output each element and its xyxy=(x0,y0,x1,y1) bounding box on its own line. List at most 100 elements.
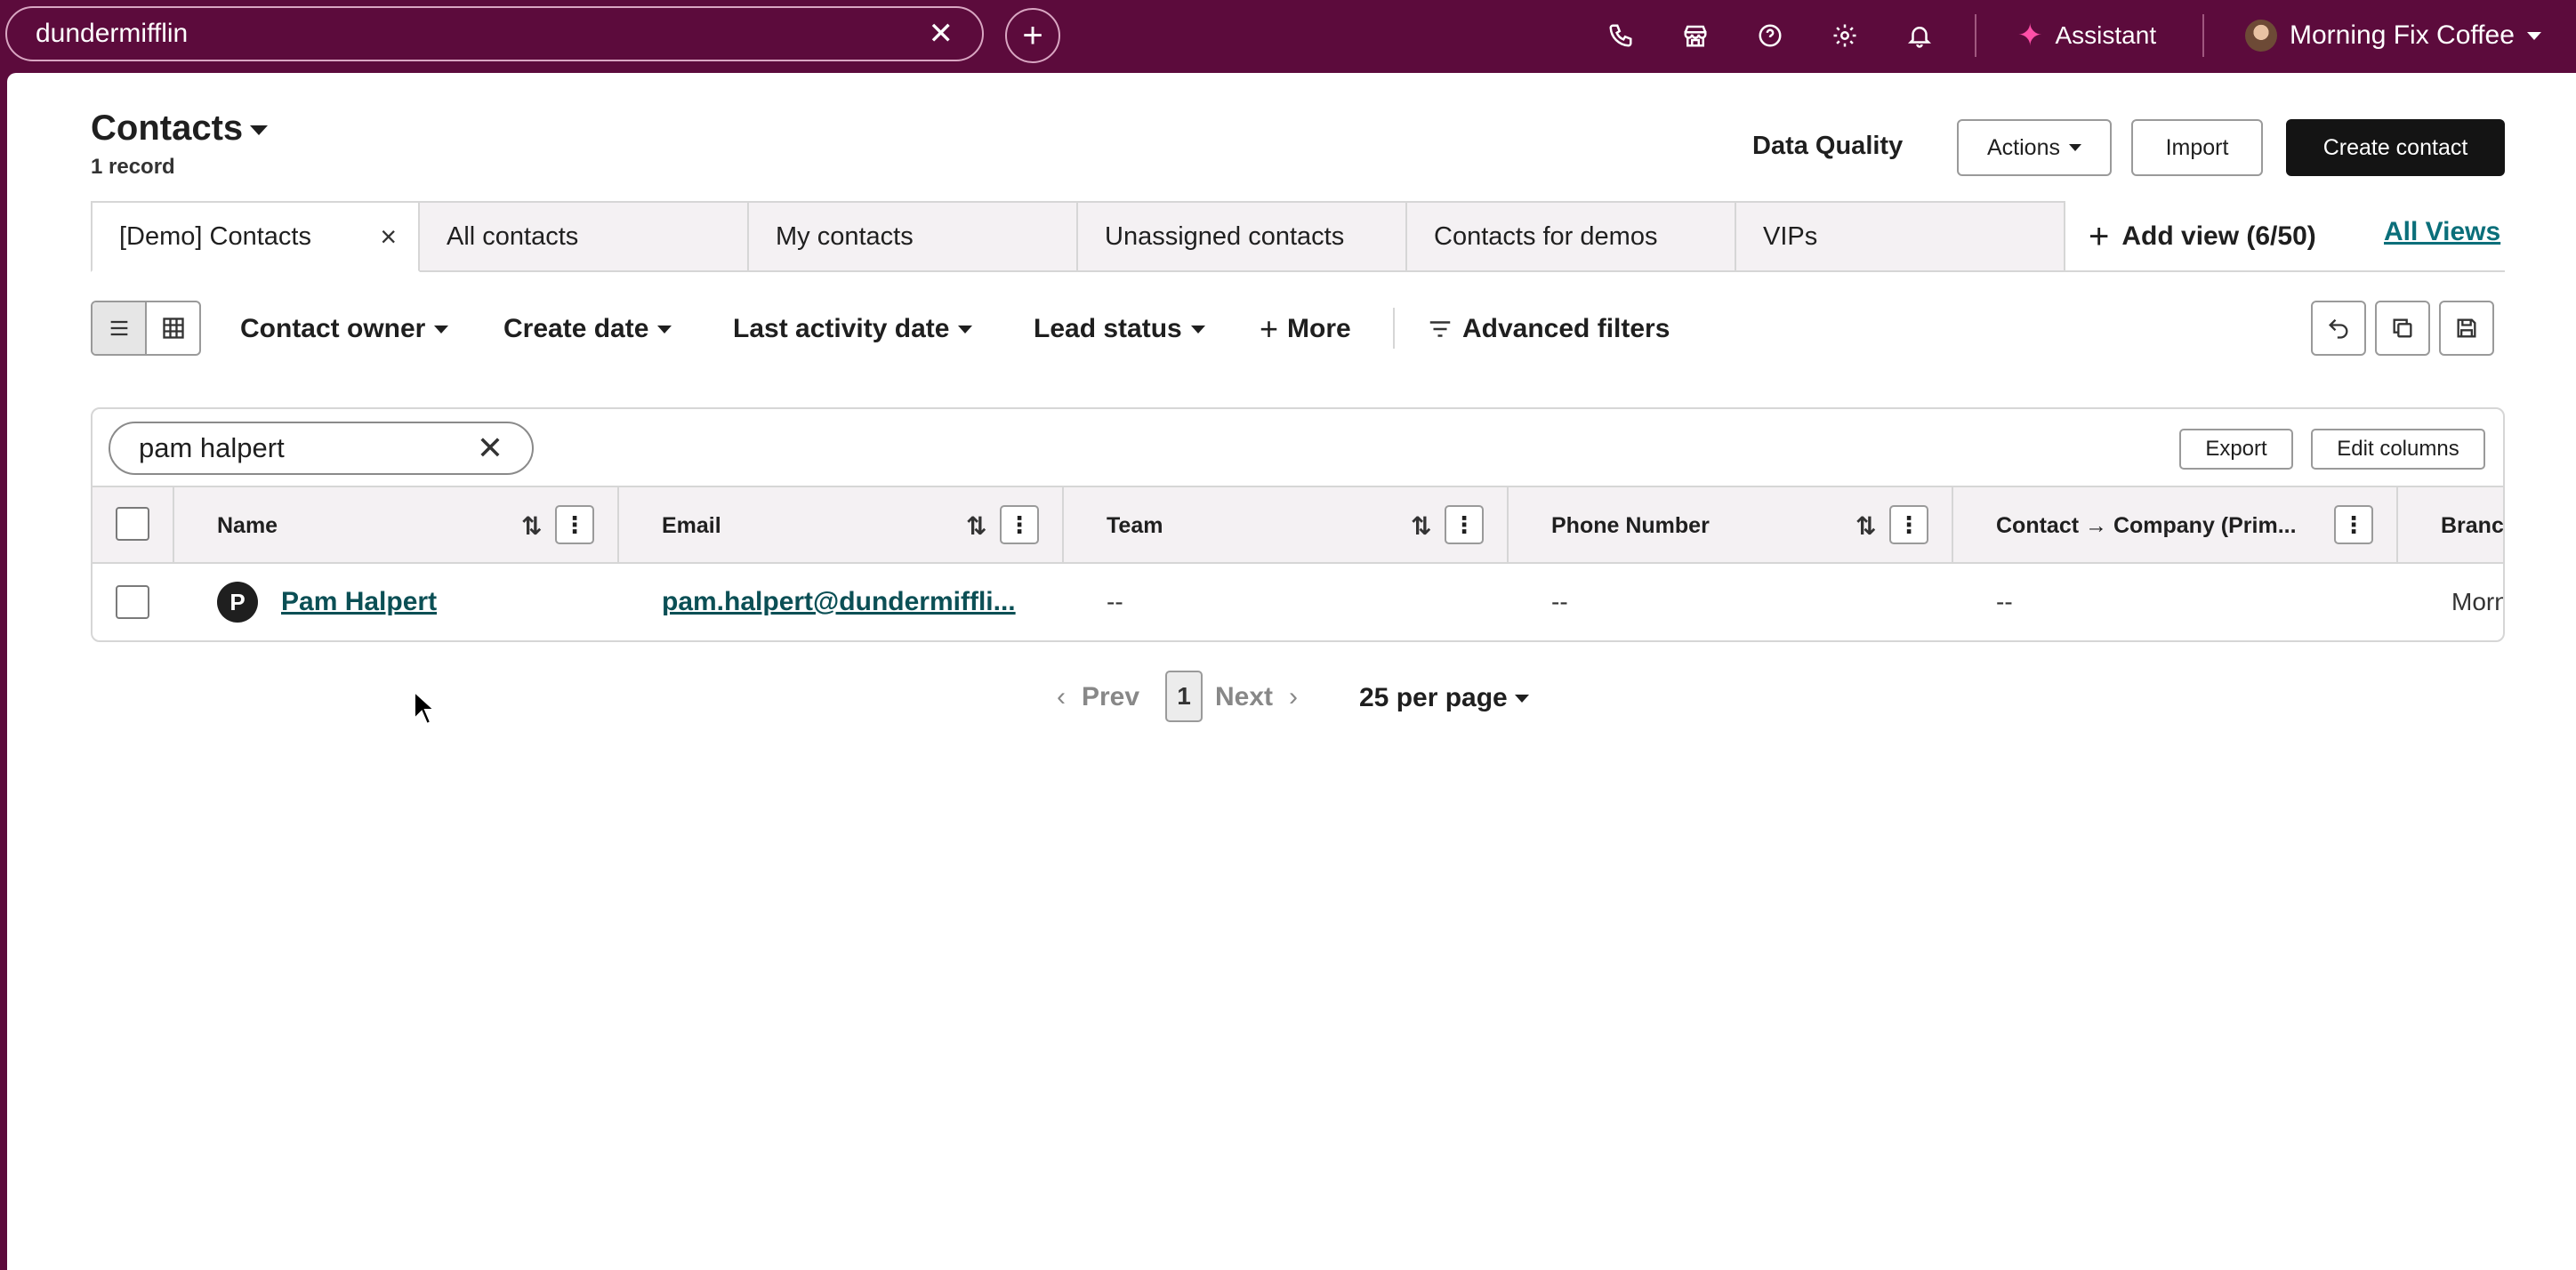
topbar-divider xyxy=(1975,14,1976,57)
create-contact-button[interactable]: Create contact xyxy=(2286,119,2505,176)
record-count: 1 record xyxy=(91,155,175,179)
tab-unassigned-contacts[interactable]: Unassigned contacts xyxy=(1078,201,1407,272)
table-search-input[interactable]: pam halpert ✕ xyxy=(109,422,534,475)
column-header-brand[interactable]: Branc xyxy=(2398,487,2504,564)
page-title-text: Contacts xyxy=(91,109,244,148)
more-filters-button[interactable]: + More xyxy=(1260,309,1351,349)
tab-demo-contacts[interactable]: [Demo] Contacts × xyxy=(91,201,420,272)
all-views-link[interactable]: All Views xyxy=(2384,217,2500,247)
top-utility-icons xyxy=(1583,0,1957,71)
chevron-down-icon xyxy=(1190,325,1205,334)
per-page-label: 25 per page xyxy=(1359,683,1508,712)
tab-label: Contacts for demos xyxy=(1434,221,1658,251)
add-view-button[interactable]: + Add view (6/50) xyxy=(2089,215,2316,258)
global-search-value: dundermifflin xyxy=(36,19,189,48)
column-label: Branc xyxy=(2441,512,2504,538)
data-quality-link[interactable]: Data Quality xyxy=(1752,132,1903,161)
row-checkbox[interactable] xyxy=(116,585,149,619)
account-avatar xyxy=(2245,20,2277,52)
select-all-checkbox[interactable] xyxy=(116,507,149,541)
column-label: Phone Number xyxy=(1551,512,1710,538)
create-date-filter[interactable]: Create date xyxy=(503,309,672,349)
global-search-input[interactable]: dundermifflin ✕ xyxy=(5,6,984,61)
prev-page-button[interactable]: ‹ Prev xyxy=(1057,671,1139,724)
account-name: Morning Fix Coffee xyxy=(2290,20,2515,50)
notifications-icon[interactable] xyxy=(1882,0,1957,71)
contact-email-link[interactable]: pam.halpert@dundermiffli... xyxy=(662,587,1016,617)
column-header-name[interactable]: Name ⇅ ⋮ xyxy=(174,487,619,564)
settings-icon[interactable] xyxy=(1807,0,1882,71)
contacts-table-card: pam halpert ✕ Export Edit columns Name ⇅… xyxy=(91,407,2505,642)
marketplace-icon[interactable] xyxy=(1658,0,1733,71)
edit-columns-button[interactable]: Edit columns xyxy=(2311,429,2485,470)
filter-label: Advanced filters xyxy=(1462,314,1670,343)
sort-icon[interactable]: ⇅ xyxy=(1411,511,1431,541)
filter-label: Contact owner xyxy=(240,314,426,343)
sparkle-icon: ✦ xyxy=(2017,19,2043,52)
topbar-divider xyxy=(2202,14,2204,57)
sort-icon[interactable]: ⇅ xyxy=(966,511,986,541)
list-view-button[interactable] xyxy=(93,302,147,354)
help-icon[interactable] xyxy=(1733,0,1807,71)
filter-divider xyxy=(1393,308,1395,349)
clear-search-icon[interactable]: ✕ xyxy=(477,430,503,467)
last-activity-date-filter[interactable]: Last activity date xyxy=(733,309,973,349)
page-title[interactable]: Contacts xyxy=(91,109,269,149)
duplicate-view-button[interactable] xyxy=(2375,301,2430,356)
column-menu-button[interactable]: ⋮ xyxy=(2334,505,2373,544)
column-menu-button[interactable]: ⋮ xyxy=(1889,505,1928,544)
assistant-button[interactable]: ✦ Assistant xyxy=(2017,0,2156,71)
email-cell: pam.halpert@dundermiffli... xyxy=(662,564,1016,640)
phone-icon[interactable] xyxy=(1583,0,1658,71)
chevron-down-icon xyxy=(434,325,449,334)
contact-owner-filter[interactable]: Contact owner xyxy=(240,309,449,349)
column-header-phone-number[interactable]: Phone Number ⇅ ⋮ xyxy=(1509,487,1953,564)
next-page-button[interactable]: Next › xyxy=(1215,671,1298,724)
save-view-button[interactable] xyxy=(2439,301,2494,356)
contact-avatar: P xyxy=(217,582,258,623)
column-header-team[interactable]: Team ⇅ ⋮ xyxy=(1064,487,1509,564)
actions-button[interactable]: Actions xyxy=(1957,119,2112,176)
chevron-left-icon: ‹ xyxy=(1057,682,1066,711)
list-icon xyxy=(110,320,127,336)
tab-contacts-for-demos[interactable]: Contacts for demos xyxy=(1407,201,1736,272)
reset-view-button[interactable] xyxy=(2311,301,2366,356)
column-menu-button[interactable]: ⋮ xyxy=(1445,505,1484,544)
column-header-email[interactable]: Email ⇅ ⋮ xyxy=(619,487,1064,564)
tab-all-contacts[interactable]: All contacts xyxy=(420,201,749,272)
column-label: Name xyxy=(217,512,278,538)
chevron-down-icon xyxy=(958,325,973,334)
column-label: Contact → Company (Prim... xyxy=(1996,512,2297,538)
filter-label: Last activity date xyxy=(733,314,950,343)
board-view-button[interactable] xyxy=(147,302,199,354)
sort-icon[interactable]: ⇅ xyxy=(1856,511,1876,541)
account-menu[interactable]: Morning Fix Coffee xyxy=(2245,0,2541,71)
tab-my-contacts[interactable]: My contacts xyxy=(749,201,1078,272)
chevron-right-icon: › xyxy=(1289,682,1299,711)
table-search-value: pam halpert xyxy=(139,432,285,463)
table-row: P Pam Halpert pam.halpert@dundermiffli..… xyxy=(93,564,2503,640)
tab-label: My contacts xyxy=(776,221,914,251)
clear-search-icon[interactable]: ✕ xyxy=(929,16,954,52)
advanced-filters-button[interactable]: Advanced filters xyxy=(1427,309,1670,349)
column-menu-button[interactable]: ⋮ xyxy=(1000,505,1039,544)
per-page-select[interactable]: 25 per page xyxy=(1359,683,1529,713)
current-page-button[interactable]: 1 xyxy=(1165,671,1203,722)
view-tabs: [Demo] Contacts × All contacts My contac… xyxy=(91,201,2065,272)
tab-vips[interactable]: VIPs xyxy=(1736,201,2065,272)
select-all-cell xyxy=(93,487,174,564)
column-menu-button[interactable]: ⋮ xyxy=(555,505,594,544)
lead-status-filter[interactable]: Lead status xyxy=(1034,309,1205,349)
export-button[interactable]: Export xyxy=(2179,429,2293,470)
tab-label: All contacts xyxy=(447,221,579,251)
column-header-company[interactable]: Contact → Company (Prim... ⋮ xyxy=(1953,487,2398,564)
contact-name-link[interactable]: Pam Halpert xyxy=(281,587,437,617)
filter-label: Lead status xyxy=(1034,314,1182,343)
plus-icon: + xyxy=(2089,216,2110,256)
sort-icon[interactable]: ⇅ xyxy=(521,511,542,541)
import-button[interactable]: Import xyxy=(2131,119,2263,176)
tabs-divider xyxy=(1985,270,2505,272)
chevron-down-icon xyxy=(657,325,672,334)
create-new-button[interactable]: + xyxy=(1005,8,1060,63)
close-icon[interactable]: × xyxy=(380,221,397,253)
